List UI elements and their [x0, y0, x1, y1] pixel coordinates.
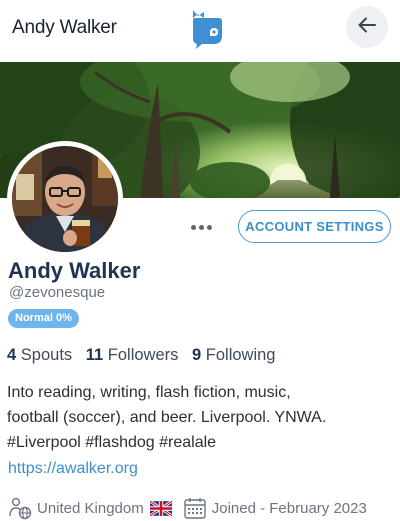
bio-line: football (soccer), and beer. Liverpool. …	[7, 409, 327, 426]
location-text: United Kingdom	[37, 499, 144, 517]
stat-count: 4	[7, 346, 17, 364]
stat-followers[interactable]: 11 Followers	[86, 346, 179, 364]
stat-label: Followers	[107, 346, 179, 364]
profile-stats: 4 Spouts 11 Followers 9 Following	[7, 346, 275, 365]
avatar[interactable]	[7, 141, 123, 257]
whale-logo-icon[interactable]	[190, 8, 224, 50]
stat-spouts[interactable]: 4 Spouts	[7, 346, 72, 364]
stat-label: Following	[205, 346, 276, 364]
bio-line: Into reading, writing, flash fiction, mu…	[7, 384, 291, 401]
back-button[interactable]	[346, 6, 388, 48]
globe-person-icon	[8, 496, 32, 520]
profile-name: Andy Walker	[8, 258, 141, 283]
stat-count: 9	[192, 346, 202, 364]
stat-count: 11	[85, 346, 104, 364]
header-title: Andy Walker	[12, 17, 117, 38]
top-bar: Andy Walker	[0, 0, 400, 62]
uk-flag-icon	[149, 496, 173, 520]
profile-bio: Into reading, writing, flash fiction, mu…	[7, 380, 387, 455]
avatar-photo	[12, 146, 118, 252]
account-settings-button[interactable]: ACCOUNT SETTINGS	[238, 210, 391, 243]
stat-label: Spouts	[20, 346, 73, 364]
more-options-button[interactable]	[186, 214, 216, 240]
stat-following[interactable]: 9 Following	[192, 346, 275, 364]
more-dots-icon	[190, 224, 196, 230]
arrow-left-icon	[358, 17, 376, 38]
bio-hashtags[interactable]: #Liverpool #flashdog #realale	[7, 430, 387, 455]
calendar-icon	[183, 496, 207, 520]
profile-handle: @zevonesque	[9, 284, 106, 301]
profile-meta: United Kingdom Joined - February 2023	[8, 496, 367, 520]
website-link[interactable]: https://awalker.org	[8, 460, 138, 478]
joined-text: Joined - February 2023	[211, 499, 367, 517]
status-badge: Normal 0%	[8, 309, 79, 328]
